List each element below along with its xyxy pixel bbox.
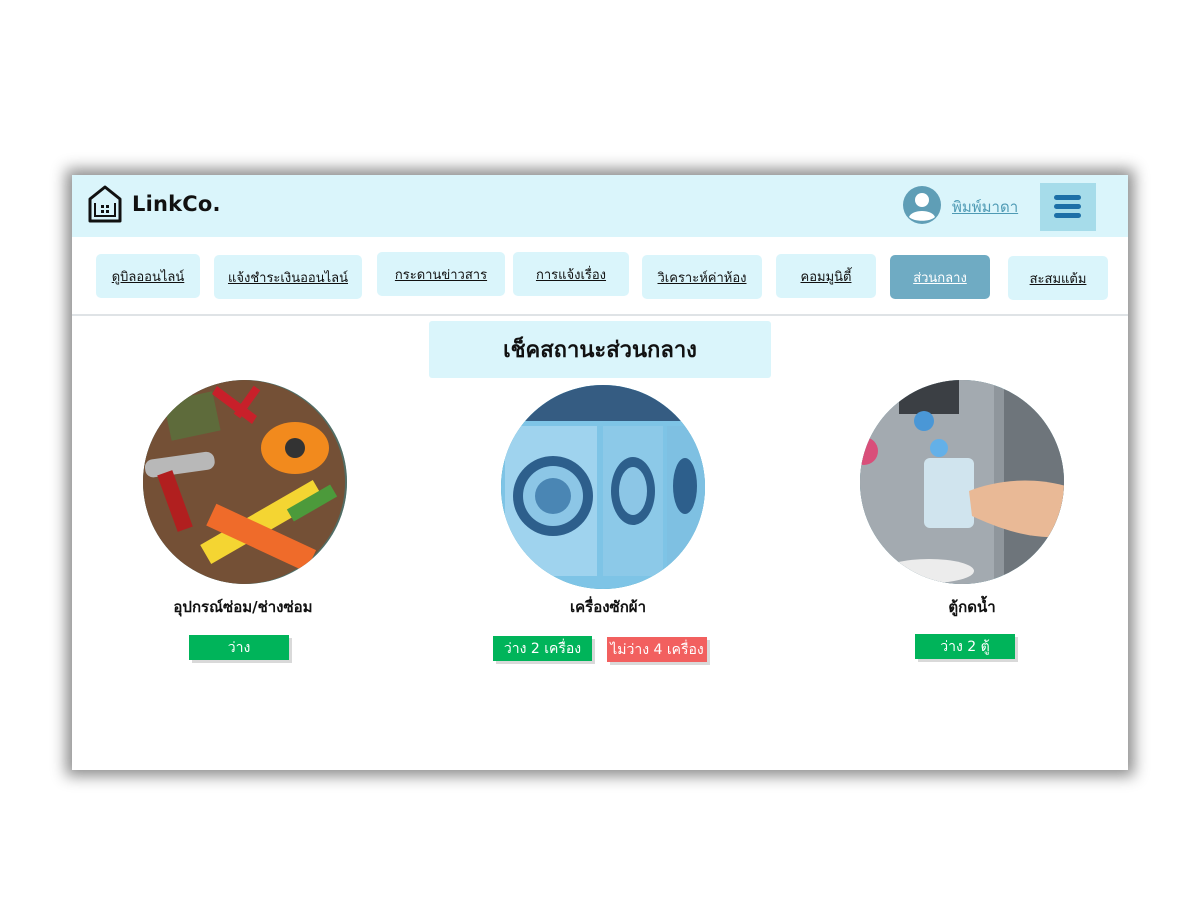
page-title: เช็คสถานะส่วนกลาง bbox=[429, 321, 771, 378]
user-avatar-icon[interactable] bbox=[902, 185, 942, 225]
menu-button[interactable] bbox=[1040, 183, 1096, 231]
status-badge-unavailable: ไม่ว่าง 4 เครื่อง bbox=[607, 637, 707, 662]
status-badge: ว่าง bbox=[189, 635, 289, 660]
tab-payment[interactable]: แจ้งชำระเงินออนไลน์ bbox=[214, 255, 362, 299]
status-badge-available: ว่าง 2 เครื่อง bbox=[493, 636, 592, 661]
water-dispenser-photo bbox=[860, 380, 1064, 584]
tab-news[interactable]: กระดานข่าวสาร bbox=[377, 252, 505, 296]
tools-photo bbox=[143, 380, 347, 584]
facility-name: อุปกรณ์ซ่อม/ช่างซ่อม bbox=[173, 598, 313, 616]
tab-room-analysis[interactable]: วิเคราะห์ค่าห้อง bbox=[642, 255, 762, 299]
facility-name: ตู้กดน้ำ bbox=[948, 598, 996, 616]
tab-reports[interactable]: การแจ้งเรื่อง bbox=[513, 252, 629, 296]
hamburger-icon bbox=[1054, 204, 1081, 209]
hamburger-icon bbox=[1054, 195, 1081, 200]
tab-community[interactable]: คอมมูนิตี้ bbox=[776, 254, 876, 298]
facility-name: เครื่องซักผ้า bbox=[569, 598, 647, 616]
top-header: LinkCo. พิมพ์มาดา bbox=[72, 175, 1128, 237]
brand-logo[interactable]: LinkCo. bbox=[86, 183, 221, 225]
brand-name: LinkCo. bbox=[132, 192, 221, 216]
washing-machines-photo bbox=[501, 385, 705, 589]
tab-points[interactable]: สะสมแต้ม bbox=[1008, 256, 1108, 300]
status-badge: ว่าง 2 ตู้ bbox=[915, 634, 1015, 659]
app-window: LinkCo. พิมพ์มาดา ดูบิลออนไลน์ แจ้งชำระเ… bbox=[72, 175, 1128, 770]
tab-bills[interactable]: ดูบิลออนไลน์ bbox=[96, 254, 200, 298]
username-link[interactable]: พิมพ์มาดา bbox=[952, 195, 1018, 219]
house-logo-icon bbox=[88, 185, 122, 223]
nav-divider bbox=[72, 314, 1128, 316]
tab-common-area[interactable]: ส่วนกลาง bbox=[890, 255, 990, 299]
hamburger-icon bbox=[1054, 213, 1081, 218]
nav-tabs: ดูบิลออนไลน์ แจ้งชำระเงินออนไลน์ กระดานข… bbox=[72, 237, 1128, 313]
